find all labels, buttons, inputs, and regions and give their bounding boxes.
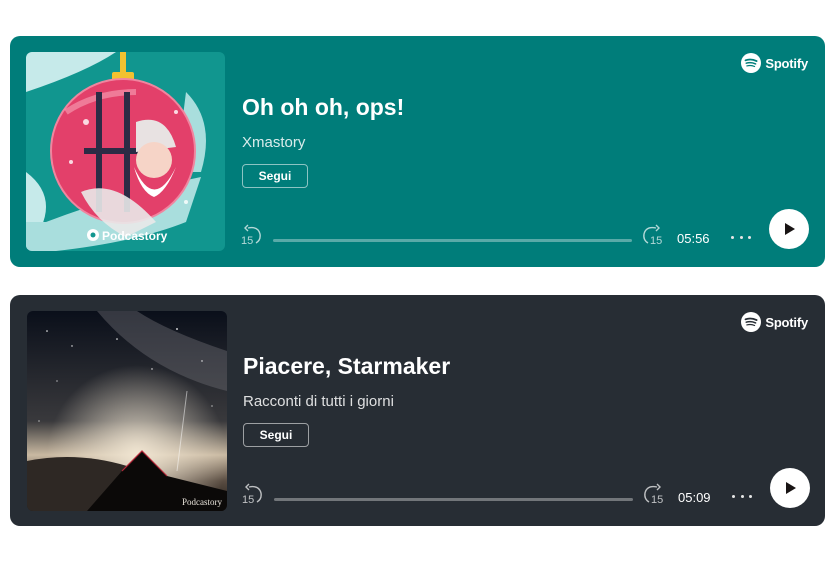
spotify-brand[interactable]: Spotify (741, 312, 808, 332)
follow-button[interactable]: Segui (243, 423, 309, 447)
episode-title: Oh oh oh, ops! (242, 94, 405, 120)
episode-title: Piacere, Starmaker (243, 353, 451, 379)
forward-15-button[interactable]: 15 (640, 224, 664, 246)
episode-cover-art[interactable]: Podcastory (26, 52, 225, 251)
spotify-icon (741, 53, 762, 73)
forward-icon: 15 (643, 224, 662, 246)
play-icon (785, 223, 795, 235)
play-button[interactable] (769, 209, 809, 249)
spotify-icon (741, 312, 762, 332)
rewind-icon: 15 (241, 224, 261, 246)
episode-duration: 05:09 (678, 490, 711, 505)
rewind-icon: 15 (242, 483, 262, 505)
progress-bar[interactable] (273, 239, 632, 242)
christmas-ornament-illustration: Podcastory (26, 52, 225, 251)
episode-card: Podcastory Spotify Piacere, Starmaker Ra… (10, 295, 825, 526)
show-name[interactable]: Racconti di tutti i giorni (243, 393, 394, 410)
show-name[interactable]: Xmastory (242, 134, 305, 151)
episode-card: Podcastory Spotify Oh oh oh, ops! Xmasto… (10, 36, 825, 267)
starry-night-photo: Podcastory (27, 311, 227, 511)
follow-button[interactable]: Segui (242, 164, 308, 188)
progress-bar[interactable] (274, 498, 633, 501)
rewind-seconds-label: 15 (241, 235, 253, 246)
cover-caption: Podcastory (102, 229, 168, 243)
more-dot-icon (739, 235, 743, 239)
spotify-label: Spotify (765, 55, 808, 71)
more-options-button[interactable] (732, 488, 752, 504)
forward-icon: 15 (644, 483, 663, 505)
rewind-seconds-label: 15 (242, 494, 254, 505)
more-dot-icon (749, 494, 752, 498)
episode-cover-art[interactable]: Podcastory (27, 311, 227, 511)
spotify-label: Spotify (765, 314, 808, 330)
more-dot-icon (732, 494, 735, 498)
forward-seconds-label: 15 (650, 235, 662, 246)
more-dot-icon (748, 235, 751, 239)
forward-15-button[interactable]: 15 (641, 483, 665, 505)
more-options-button[interactable] (731, 229, 751, 245)
rewind-15-button[interactable]: 15 (241, 483, 265, 505)
spotify-brand[interactable]: Spotify (741, 53, 808, 73)
more-dot-icon (731, 235, 734, 239)
play-icon (786, 482, 796, 494)
episode-duration: 05:56 (677, 231, 710, 246)
cover-caption: Podcastory (182, 497, 222, 507)
more-dot-icon (740, 494, 744, 498)
play-button[interactable] (770, 468, 810, 508)
forward-seconds-label: 15 (651, 494, 663, 505)
rewind-15-button[interactable]: 15 (240, 224, 264, 246)
